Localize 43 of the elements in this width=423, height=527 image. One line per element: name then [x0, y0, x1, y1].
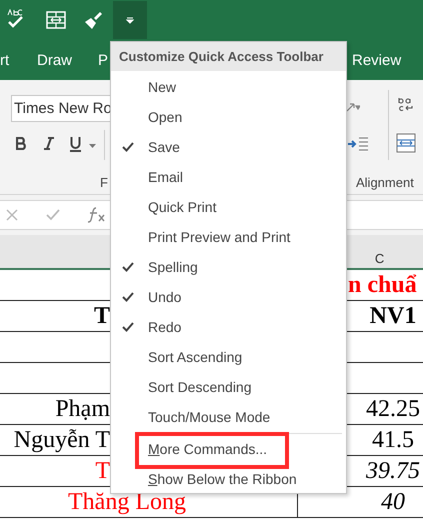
menu-item[interactable]: Quick Print [148, 196, 216, 218]
ribbon-tab[interactable]: P [98, 50, 108, 72]
paintbrush-icon[interactable] [83, 10, 103, 30]
table-cell-text: NV1 [370, 302, 416, 331]
underline-icon[interactable] [70, 137, 81, 152]
table-cell-text: 41.5 [372, 426, 414, 455]
ribbon-tab[interactable]: rt [0, 50, 10, 72]
menu-item[interactable]: Redo [148, 316, 182, 338]
menu-item[interactable]: Spelling [148, 256, 198, 278]
menu-title: Customize Quick Access Toolbar [119, 48, 324, 66]
table-cell-text: n chuẩ [348, 271, 417, 300]
table-cell-text: T [95, 457, 110, 486]
menu-item[interactable]: Touch/Mouse Mode [148, 406, 270, 428]
table-cell-text: 39.75 [366, 457, 420, 486]
menu-item[interactable]: Open [148, 106, 182, 128]
menu-item[interactable]: New [148, 76, 176, 98]
table-cell-text: T [94, 302, 110, 331]
table-cell-text: Phạm [55, 395, 110, 424]
menu-item[interactable]: Print Preview and Print [148, 226, 290, 248]
menu-item[interactable]: Save [148, 136, 180, 158]
italic-icon[interactable] [44, 137, 54, 150]
table-cell-text: 40 [381, 488, 405, 517]
group-label: F [100, 174, 108, 192]
menu-item[interactable]: More Commands... [148, 438, 268, 460]
menu-item[interactable]: Sort Ascending [148, 346, 242, 368]
menu-item[interactable]: Undo [148, 286, 182, 308]
menu-item[interactable]: Show Below the Ribbon [148, 468, 297, 490]
merge-cells-icon[interactable] [396, 133, 416, 153]
menu-item[interactable]: Sort Descending [148, 376, 252, 398]
column-header[interactable]: C [374, 248, 384, 268]
table-cell-text: Thăng Long [68, 488, 186, 517]
table-cell-text: Nguyễn T [14, 426, 110, 455]
dropdown-icon [126, 16, 134, 24]
function-icon[interactable] [88, 207, 106, 223]
ribbon-tab[interactable]: Draw [37, 50, 72, 72]
table-cell-text: 42.25 [366, 395, 420, 424]
menu-item[interactable]: Email [148, 166, 184, 188]
group-label: Alignment [356, 174, 414, 192]
ribbon-tab[interactable]: Review [352, 50, 402, 72]
bold-icon[interactable] [16, 137, 27, 150]
wrap-text-icon[interactable] [398, 96, 414, 112]
indent-icon[interactable] [348, 137, 368, 151]
caret-icon[interactable] [89, 144, 96, 148]
